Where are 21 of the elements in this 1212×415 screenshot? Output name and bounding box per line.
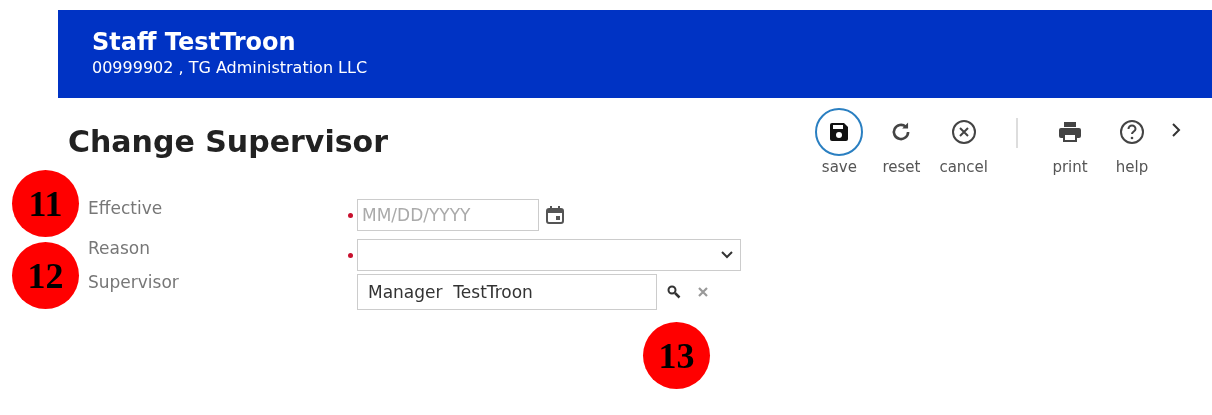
save-icon[interactable] (815, 108, 864, 156)
staff-name: Staff TestTroon (92, 27, 297, 57)
save-label[interactable]: save (821, 158, 857, 176)
clear-icon[interactable] (697, 286, 709, 298)
callout-number: 12 (12, 242, 79, 309)
field-label: Effective (88, 198, 164, 218)
help-label[interactable]: help (1115, 158, 1149, 176)
callout-number: 13 (643, 322, 710, 389)
calendar-icon[interactable] (545, 205, 565, 225)
field-label: Supervisor (88, 272, 180, 292)
reset-label[interactable]: reset (882, 158, 921, 176)
print-label[interactable]: print (1052, 158, 1088, 176)
page-title: Change Supervisor (68, 124, 388, 159)
field-label: Reason (88, 238, 151, 258)
search-icon[interactable] (667, 285, 681, 299)
staff-subtitle: 00999902 , TG Administration LLC (92, 57, 369, 79)
date-field[interactable]: MM/DD/YYYY (357, 199, 539, 231)
callout-number: 11 (12, 170, 79, 237)
supervisor-field[interactable]: Manager TestTroon (357, 274, 657, 310)
chevron-icon (720, 250, 734, 260)
cancel-label[interactable]: cancel (939, 158, 988, 176)
